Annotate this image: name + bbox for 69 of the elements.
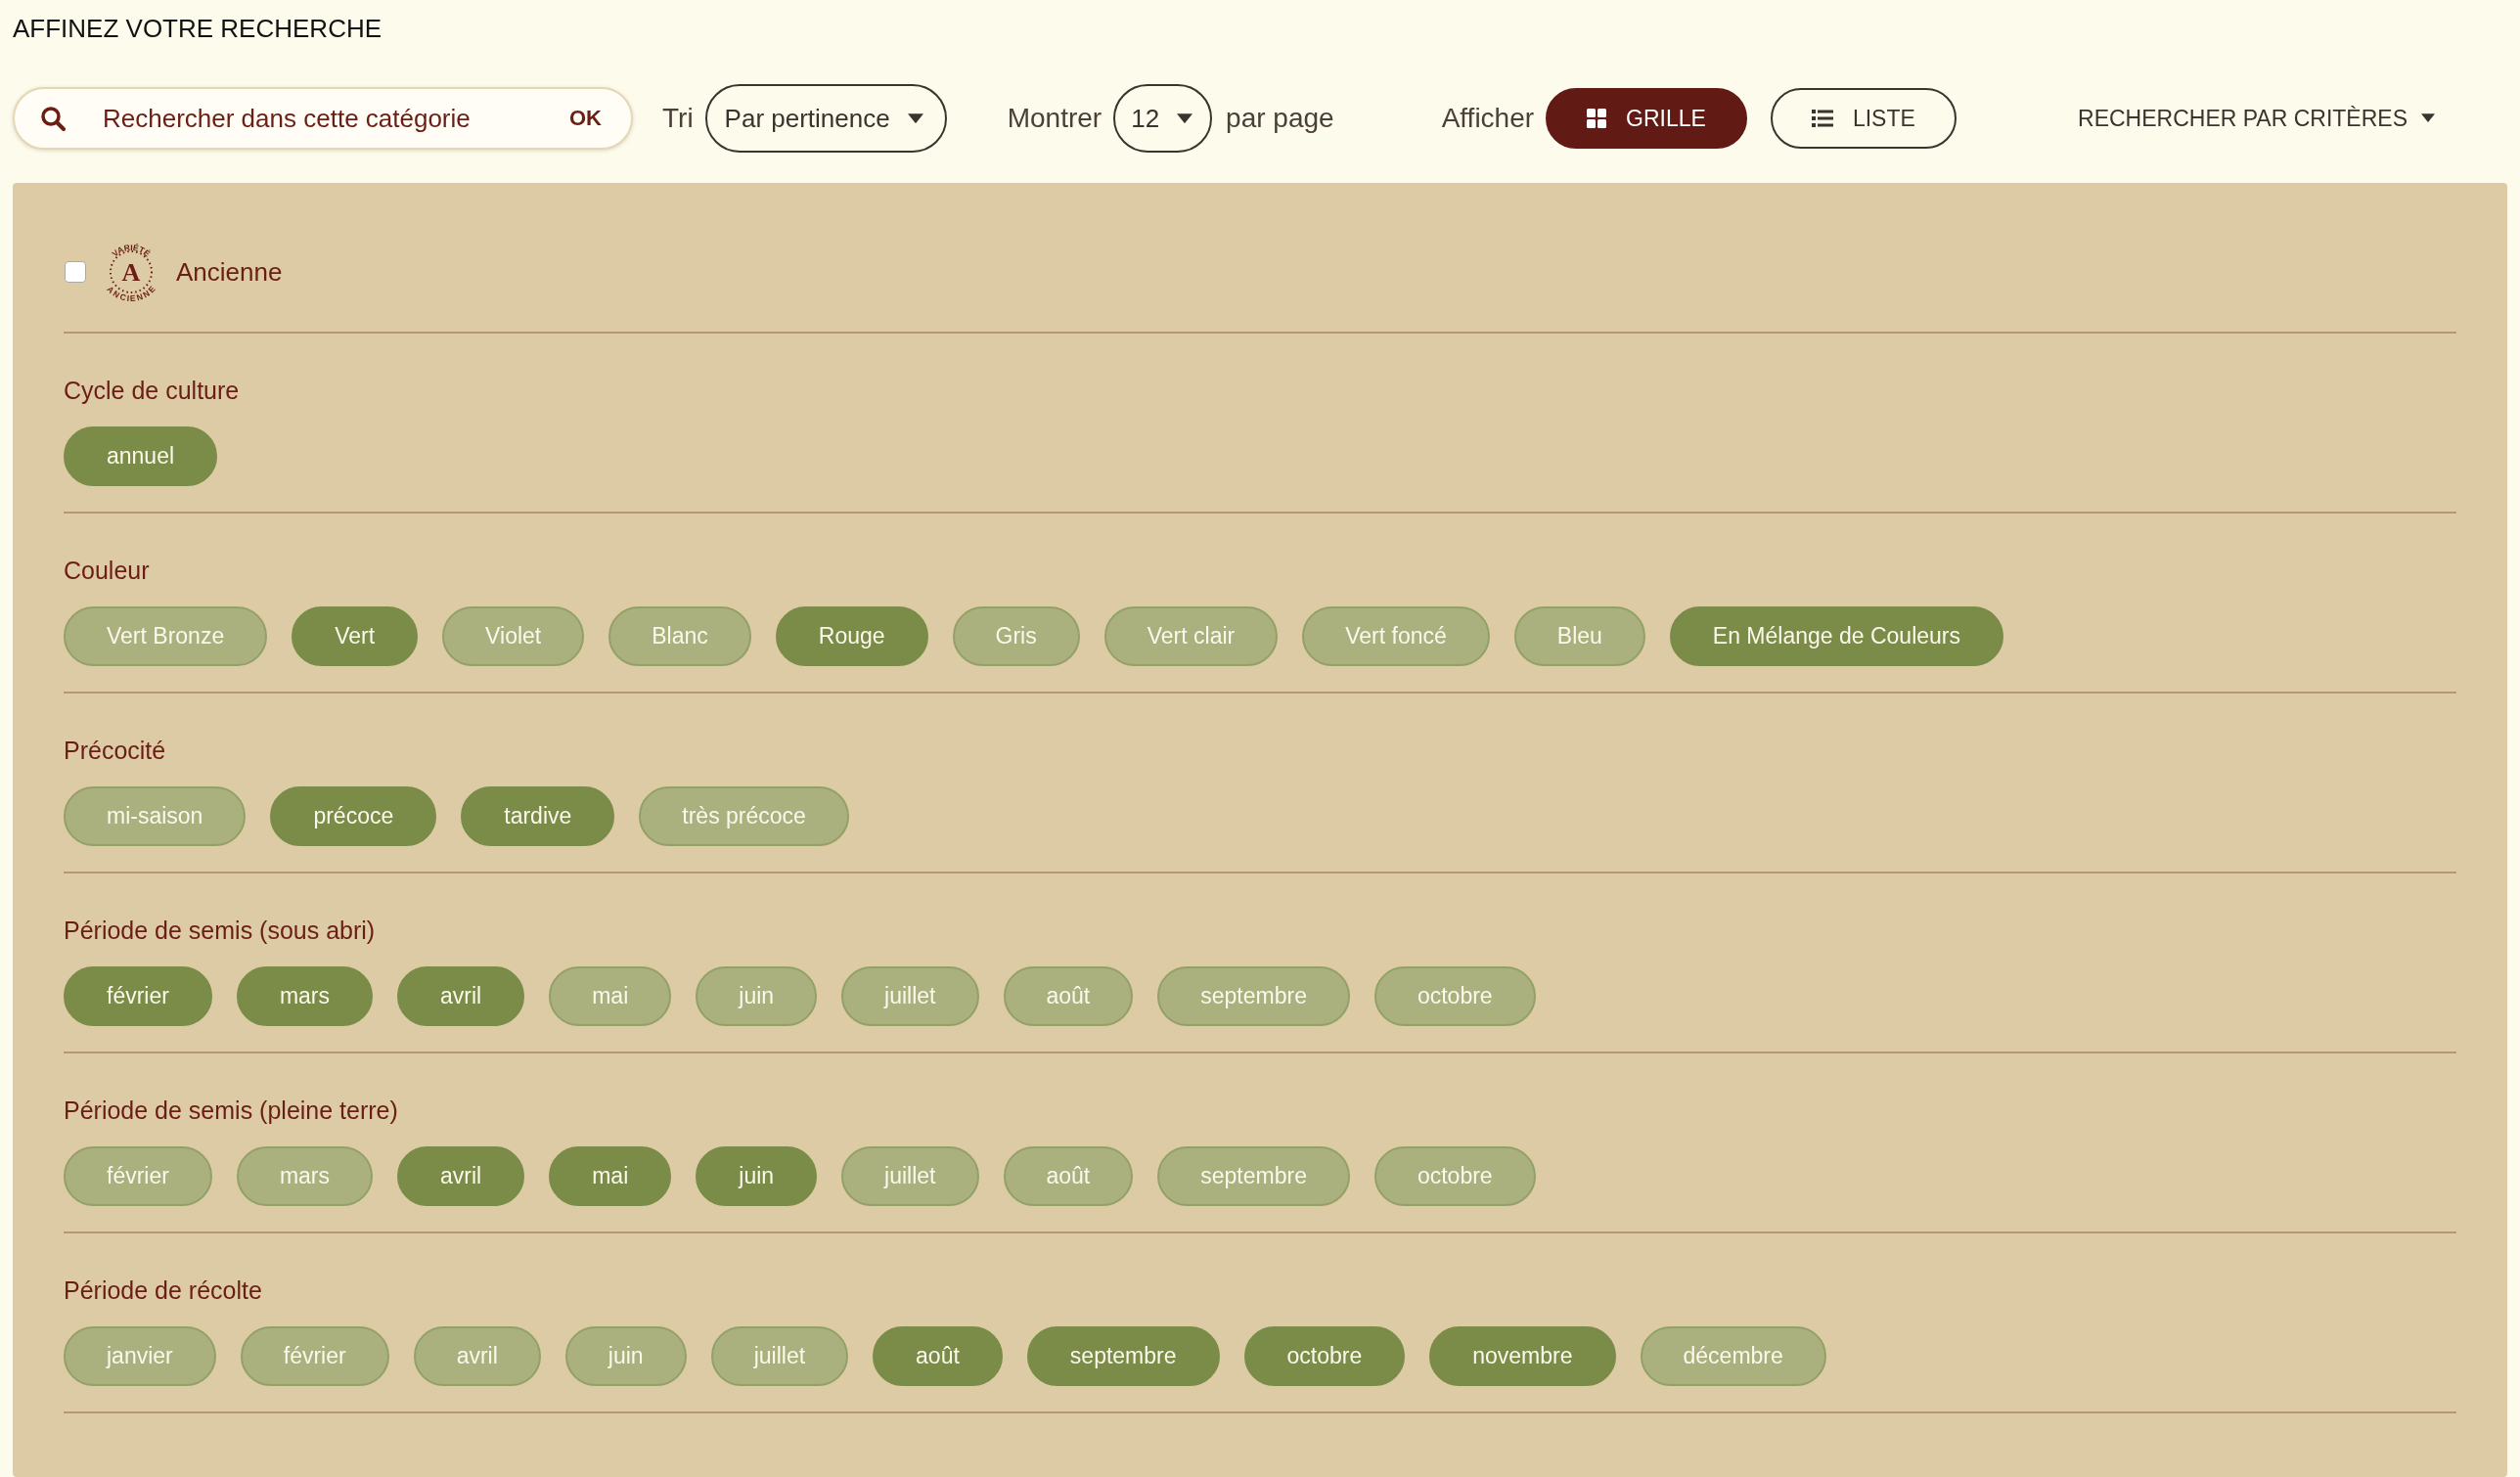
filter-chip[interactable]: juillet xyxy=(841,1146,979,1206)
filter-group-title: Cycle de culture xyxy=(64,377,241,405)
filter-chip[interactable]: En Mélange de Couleurs xyxy=(1669,606,2003,666)
grid-view-button[interactable]: GRILLE xyxy=(1546,88,1747,149)
sort-label: Tri xyxy=(662,103,694,134)
filter-chip[interactable]: Rouge xyxy=(775,606,928,666)
filter-chip[interactable]: avril xyxy=(413,1326,541,1386)
filter-chip[interactable]: tardive xyxy=(461,786,615,846)
filter-chip[interactable]: Vert foncé xyxy=(1302,606,1490,666)
filter-chip[interactable]: Violet xyxy=(442,606,585,666)
filter-chip[interactable]: juillet xyxy=(841,966,979,1026)
list-icon xyxy=(1811,110,1833,127)
search-field[interactable]: Rechercher dans cette catégorie OK xyxy=(13,87,633,150)
filter-group-title: Période de semis (sous abri) xyxy=(64,917,377,945)
filter-chip[interactable]: Vert Bronze xyxy=(64,606,268,666)
filter-chip[interactable]: février xyxy=(64,966,212,1026)
filter-chip[interactable]: mai xyxy=(549,966,672,1026)
filter-chip[interactable]: juillet xyxy=(710,1326,849,1386)
list-view-button[interactable]: LISTE xyxy=(1770,88,1957,149)
filter-chip[interactable]: Gris xyxy=(952,606,1080,666)
filter-chip[interactable]: septembre xyxy=(1026,1326,1220,1386)
filter-chip[interactable]: Vert xyxy=(292,606,419,666)
filter-chip[interactable]: Blanc xyxy=(608,606,751,666)
filter-chip[interactable]: mars xyxy=(236,966,374,1026)
filter-group-title: Période de semis (pleine terre) xyxy=(64,1097,399,1125)
filter-chip[interactable]: précoce xyxy=(270,786,437,846)
filter-chip[interactable]: juin xyxy=(696,966,818,1026)
search-icon xyxy=(40,106,66,131)
filter-chip[interactable]: août xyxy=(1003,966,1134,1026)
filter-chip[interactable]: septembre xyxy=(1157,966,1350,1026)
filter-chip[interactable]: août xyxy=(873,1326,1003,1386)
filter-group-title: Précocité xyxy=(64,737,167,765)
caret-icon xyxy=(2421,113,2435,123)
sort-select[interactable]: Par pertinence xyxy=(704,84,947,153)
per-page-label: Montrer xyxy=(1007,103,1102,134)
filter-chip[interactable]: annuel xyxy=(64,426,218,486)
grid-icon xyxy=(1587,109,1607,128)
filter-chip[interactable]: février xyxy=(64,1146,212,1206)
filter-chip[interactable]: novembre xyxy=(1429,1326,1616,1386)
filter-chip[interactable]: décembre xyxy=(1640,1326,1826,1386)
checkbox-label: Ancienne xyxy=(176,256,283,288)
filter-chip[interactable]: octobre xyxy=(1373,1146,1536,1206)
filter-chip[interactable]: mi-saison xyxy=(64,786,247,846)
caret-icon xyxy=(907,112,923,124)
filter-chip[interactable]: août xyxy=(1003,1146,1134,1206)
filter-chip[interactable]: avril xyxy=(397,1146,525,1206)
filter-chip[interactable]: octobre xyxy=(1373,966,1536,1026)
checkbox[interactable] xyxy=(65,261,86,283)
caret-icon xyxy=(1177,112,1193,124)
filter-chip[interactable]: très précoce xyxy=(639,786,849,846)
filter-group-title: Période de récolte xyxy=(64,1276,263,1305)
filter-chip[interactable]: janvier xyxy=(64,1326,216,1386)
filter-chip[interactable]: février xyxy=(240,1326,389,1386)
filter-group-title: Couleur xyxy=(64,557,151,585)
filter-chip[interactable]: octobre xyxy=(1243,1326,1406,1386)
criteria-menu-button[interactable]: RECHERCHER PAR CRITÈRES xyxy=(2072,104,2441,133)
page-title: AFFINEZ VOTRE RECHERCHE xyxy=(13,14,383,44)
filter-chip[interactable]: Vert clair xyxy=(1103,606,1279,666)
filter-chip[interactable]: septembre xyxy=(1157,1146,1350,1206)
filter-chip[interactable]: mai xyxy=(549,1146,672,1206)
per-page-suffix: par page xyxy=(1226,103,1334,134)
filter-chip[interactable]: Bleu xyxy=(1513,606,1645,666)
filter-chip[interactable]: juin xyxy=(696,1146,818,1206)
display-label: Afficher xyxy=(1441,103,1535,134)
filter-chip[interactable]: avril xyxy=(397,966,525,1026)
search-submit-button[interactable]: OK xyxy=(569,106,602,131)
per-page-select[interactable]: 12 xyxy=(1113,84,1213,153)
filter-chip[interactable]: mars xyxy=(236,1146,374,1206)
filter-chip[interactable]: juin xyxy=(564,1326,687,1386)
